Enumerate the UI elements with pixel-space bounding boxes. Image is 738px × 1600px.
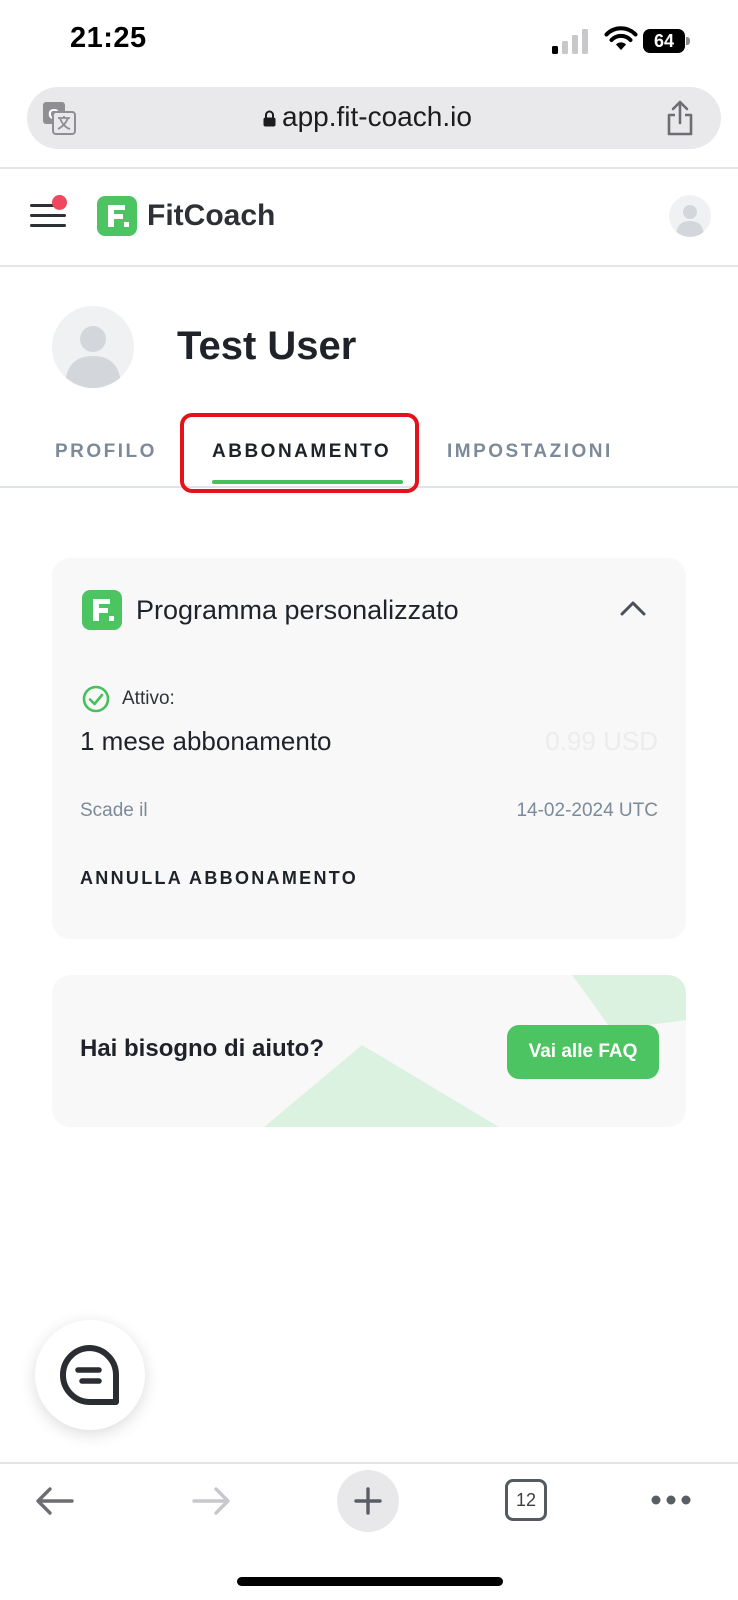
- battery-icon: 64: [643, 29, 691, 53]
- url-text[interactable]: app.fit-coach.io: [282, 101, 472, 133]
- divider: [0, 265, 738, 267]
- user-name: Test User: [177, 324, 357, 368]
- home-indicator: [237, 1577, 503, 1586]
- notification-dot: [52, 195, 67, 210]
- status-time: 21:25: [70, 22, 147, 54]
- forward-arrow-icon[interactable]: [190, 1486, 232, 1516]
- plan-price: 0.99 USD: [545, 726, 658, 756]
- plan-name: 1 mese abbonamento: [80, 726, 332, 756]
- lock-icon: [263, 110, 276, 127]
- cancel-subscription-button[interactable]: ANNULLA ABBONAMENTO: [80, 868, 358, 889]
- help-text: Hai bisogno di aiuto?: [80, 1035, 324, 1062]
- subscription-title: Programma personalizzato: [136, 595, 459, 625]
- plus-icon: [354, 1487, 382, 1515]
- status-label: Attivo:: [122, 688, 175, 709]
- battery-level: 64: [643, 29, 685, 53]
- chat-button[interactable]: [35, 1320, 145, 1430]
- translate-icon[interactable]: G: [42, 101, 76, 135]
- chevron-up-icon[interactable]: [620, 600, 646, 616]
- tab-impostazioni[interactable]: IMPOSTAZIONI: [447, 441, 613, 463]
- divider: [0, 167, 738, 169]
- fitcoach-logo-icon[interactable]: [97, 196, 137, 236]
- more-icon[interactable]: [650, 1494, 692, 1506]
- wifi-icon: [604, 26, 638, 50]
- faq-button[interactable]: Vai alle FAQ: [507, 1025, 659, 1079]
- expiry-label: Scade il: [80, 800, 148, 821]
- cellular-signal-icon: [552, 29, 588, 54]
- avatar-icon[interactable]: [669, 195, 711, 237]
- brand-name[interactable]: FitCoach: [147, 199, 275, 233]
- highlight-box: [180, 413, 419, 493]
- check-circle-icon: [82, 685, 110, 713]
- tab-profilo[interactable]: PROFILO: [55, 441, 157, 463]
- expiry-date: 14-02-2024 UTC: [516, 800, 658, 821]
- fitcoach-logo-icon: [82, 590, 122, 630]
- chat-icon: [60, 1345, 119, 1405]
- user-avatar-icon: [52, 306, 134, 388]
- tabs-count-button[interactable]: 12: [505, 1479, 547, 1521]
- share-icon[interactable]: [665, 99, 695, 137]
- new-tab-button[interactable]: [337, 1470, 399, 1532]
- back-arrow-icon[interactable]: [34, 1486, 76, 1516]
